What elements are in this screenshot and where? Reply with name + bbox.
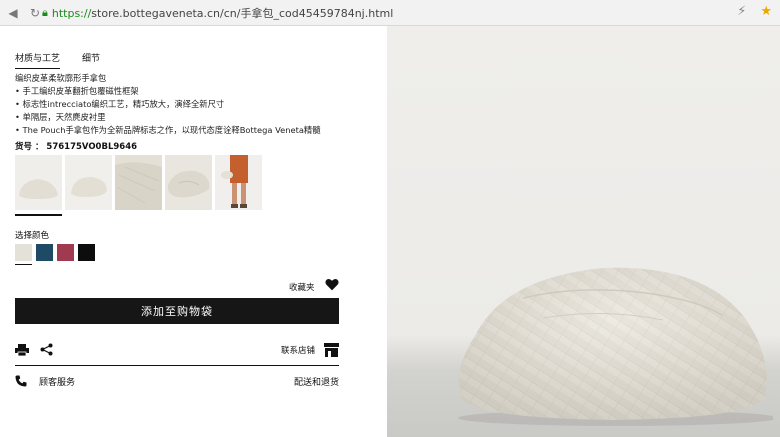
- shipping-returns-link[interactable]: 配送和退货: [294, 375, 339, 388]
- thumbnail-model[interactable]: [215, 155, 262, 210]
- description-bullet: 单隔层，天然麂皮衬里: [15, 111, 380, 124]
- back-icon[interactable]: ◀: [4, 4, 22, 22]
- detail-tabs: 材质与工艺 细节: [15, 51, 100, 69]
- browser-toolbar: ◀ ↻ 🔒︎ https:// store.bottegaveneta.cn/c…: [0, 0, 780, 26]
- customer-service-link[interactable]: 顾客服务: [39, 375, 75, 388]
- contact-store-label[interactable]: 联系店铺: [281, 344, 315, 356]
- print-icon[interactable]: [15, 344, 29, 356]
- bag-front-thumbnail-image: [15, 155, 62, 210]
- product-details-panel: 材质与工艺 细节 编织皮革柔软廓形手拿包 手工编织皮革翻折包覆磁性框架 标志性i…: [0, 26, 387, 437]
- color-swatch-black[interactable]: [78, 244, 95, 261]
- footer-links: 顾客服务 配送和退货: [15, 375, 339, 391]
- bag-detail-thumbnail-image: [115, 155, 162, 210]
- bookmark-star-icon[interactable]: ★: [760, 4, 772, 19]
- action-icons-row: 联系店铺: [15, 342, 339, 362]
- selected-color-indicator: [15, 264, 32, 265]
- favorites-label[interactable]: 收藏夹: [289, 281, 315, 293]
- bag-side-thumbnail-image: [65, 155, 112, 210]
- active-thumbnail-indicator: [15, 214, 62, 216]
- color-select-label: 选择颜色: [15, 231, 50, 241]
- phone-icon: [15, 375, 27, 387]
- tab-details[interactable]: 细节: [82, 51, 100, 69]
- address-bar[interactable]: 🔒︎ https:// store.bottegaveneta.cn/cn/手拿…: [42, 3, 738, 23]
- color-swatches: [15, 244, 95, 261]
- product-description: 编织皮革柔软廓形手拿包 手工编织皮革翻折包覆磁性框架 标志性intrecciat…: [15, 72, 380, 137]
- bag-open-thumbnail-image: [165, 155, 212, 210]
- thumbnail-open[interactable]: [165, 155, 212, 210]
- url-path: store.bottegaveneta.cn/cn/手拿包_cod4545978…: [91, 7, 394, 20]
- model-thumbnail-image: [215, 155, 262, 210]
- description-bullet: The Pouch手拿包作为全新品牌标志之作，以现代态度诠释Bottega Ve…: [15, 124, 380, 137]
- pouch-bag-image: [458, 267, 773, 426]
- tab-material[interactable]: 材质与工艺: [15, 51, 61, 69]
- secure-lock-icon: 🔒︎: [42, 6, 48, 19]
- thumbnail-gallery: [15, 155, 262, 210]
- color-swatch-chalk[interactable]: [15, 244, 32, 261]
- lightning-icon[interactable]: ⚡︎: [737, 4, 746, 19]
- product-hero-image: [387, 26, 780, 437]
- color-swatch-teal[interactable]: [36, 244, 53, 261]
- thumbnail-side[interactable]: [65, 155, 112, 210]
- product-sku: 货号 ： 576175VO0BL9646: [15, 142, 138, 152]
- url-scheme: https://: [51, 6, 92, 20]
- heart-icon[interactable]: [325, 278, 339, 291]
- description-title: 编织皮革柔软廓形手拿包: [15, 73, 107, 83]
- section-divider: [15, 365, 339, 366]
- store-icon[interactable]: [324, 343, 339, 357]
- thumbnail-detail[interactable]: [115, 155, 162, 210]
- share-icon[interactable]: [40, 343, 53, 356]
- description-bullet: 标志性intrecciato编织工艺，精巧放大，演绎全新尺寸: [15, 98, 380, 111]
- thumbnail-front[interactable]: [15, 155, 62, 210]
- description-bullet: 手工编织皮革翻折包覆磁性框架: [15, 85, 380, 98]
- add-to-bag-button[interactable]: 添加至购物袋: [15, 298, 339, 324]
- color-swatch-raspberry[interactable]: [57, 244, 74, 261]
